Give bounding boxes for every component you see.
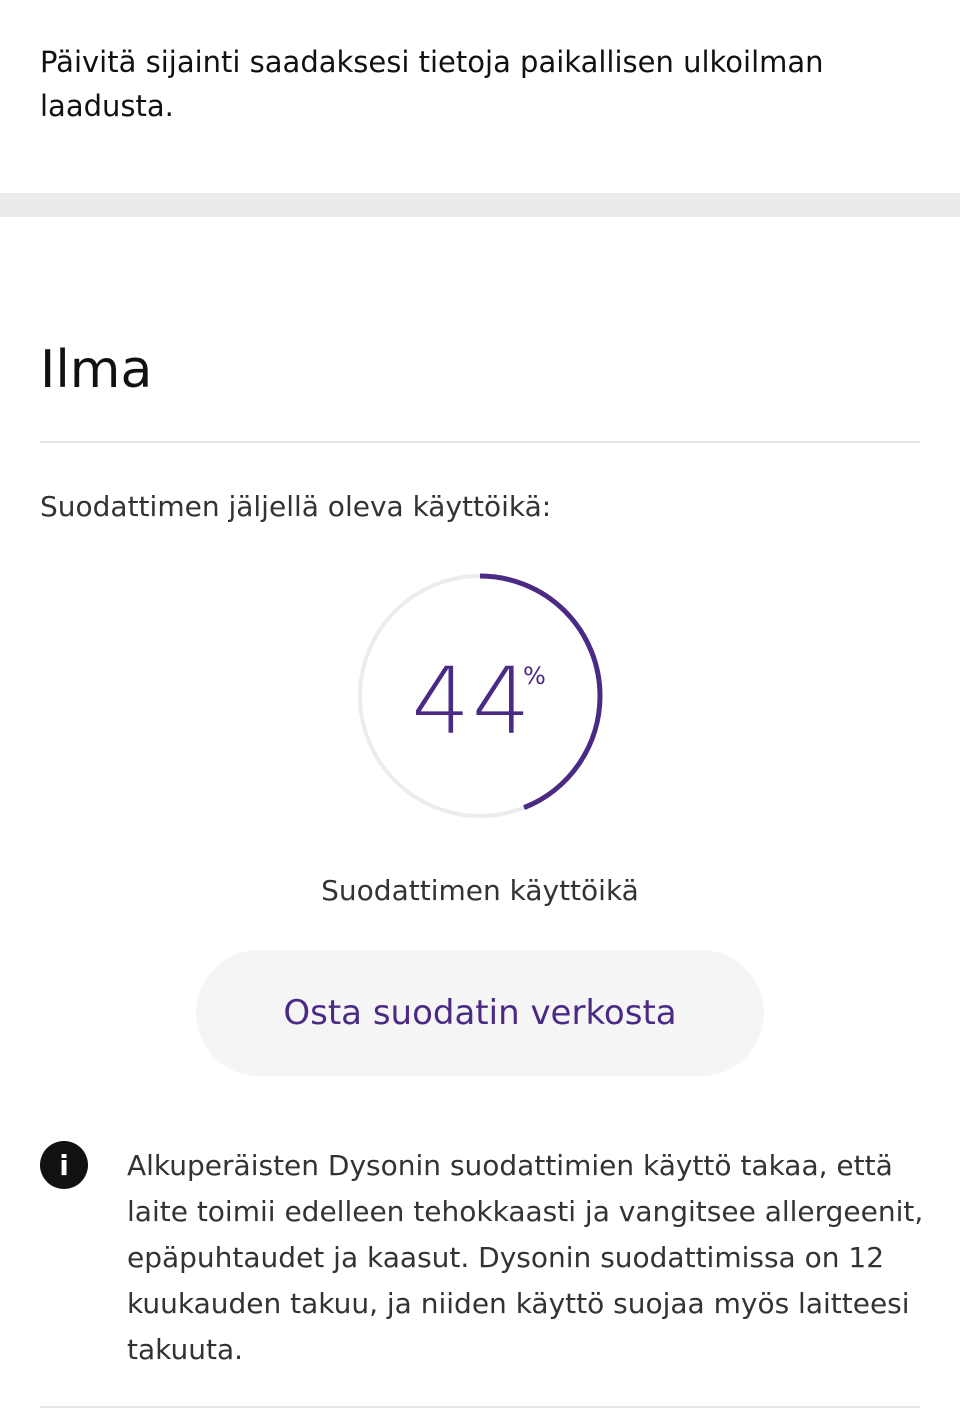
divider-line: [40, 441, 920, 443]
gauge-value: 44: [356, 572, 604, 820]
filter-life-unit: %: [523, 662, 546, 690]
divider-line: [40, 1406, 920, 1408]
section-divider: [0, 193, 960, 217]
section-title: Ilma: [40, 340, 153, 400]
location-notice: Päivitä sijainti saadaksesi tietoja paik…: [40, 45, 824, 123]
filter-life-value: 44: [411, 648, 533, 755]
filter-life-gauge: 44 %: [356, 572, 604, 820]
buy-filter-online-button[interactable]: Osta suodatin verkosta: [196, 950, 764, 1076]
filter-info-text: Alkuperäisten Dysonin suodattimien käytt…: [127, 1149, 924, 1366]
filter-life-caption: Suodattimen käyttöikä: [321, 874, 639, 907]
info-icon: i: [40, 1141, 88, 1189]
filter-life-label: Suodattimen jäljellä oleva käyttöikä:: [40, 490, 552, 523]
